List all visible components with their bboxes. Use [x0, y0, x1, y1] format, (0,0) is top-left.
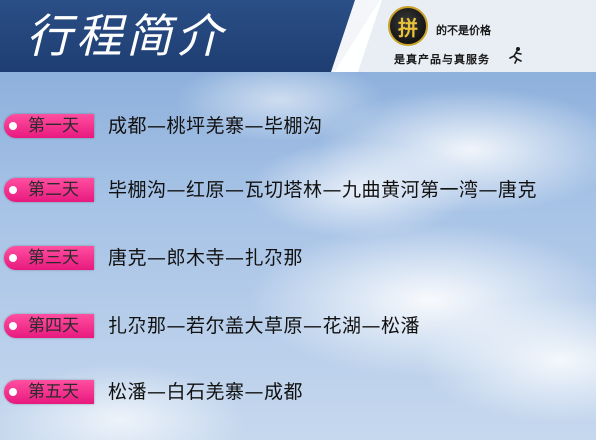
day-badge: 第三天 [4, 246, 94, 270]
bullet-dot-icon [9, 122, 17, 130]
day-label: 第二天 [28, 180, 79, 200]
day-label: 第三天 [28, 248, 79, 268]
itinerary-list: 第一天 成都—桃坪羌寨—毕棚沟 第二天 毕棚沟—红原—瓦切塔林—九曲黄河第一湾—… [0, 0, 596, 440]
day-route: 毕棚沟—红原—瓦切塔林—九曲黄河第一湾—唐克 [108, 179, 538, 201]
day-route: 扎尕那—若尔盖大草原—花湖—松潘 [108, 315, 421, 337]
day-route: 松潘—白石羌寨—成都 [108, 381, 304, 403]
bullet-dot-icon [9, 186, 17, 194]
bullet-dot-icon [9, 254, 17, 262]
itinerary-day-3: 第三天 唐克—郎木寺—扎尕那 [4, 244, 596, 272]
day-label: 第一天 [28, 116, 79, 136]
day-label: 第五天 [28, 382, 79, 402]
bullet-dot-icon [9, 388, 17, 396]
day-label: 第四天 [28, 316, 79, 336]
day-badge: 第二天 [4, 178, 94, 202]
day-badge: 第四天 [4, 314, 94, 338]
itinerary-day-4: 第四天 扎尕那—若尔盖大草原—花湖—松潘 [4, 312, 596, 340]
day-badge: 第五天 [4, 380, 94, 404]
day-route: 成都—桃坪羌寨—毕棚沟 [108, 115, 323, 137]
bullet-dot-icon [9, 322, 17, 330]
day-route: 唐克—郎木寺—扎尕那 [108, 247, 304, 269]
itinerary-day-1: 第一天 成都—桃坪羌寨—毕棚沟 [4, 112, 596, 140]
day-badge: 第一天 [4, 114, 94, 138]
itinerary-day-2: 第二天 毕棚沟—红原—瓦切塔林—九曲黄河第一湾—唐克 [4, 176, 596, 204]
itinerary-day-5: 第五天 松潘—白石羌寨—成都 [4, 378, 596, 406]
